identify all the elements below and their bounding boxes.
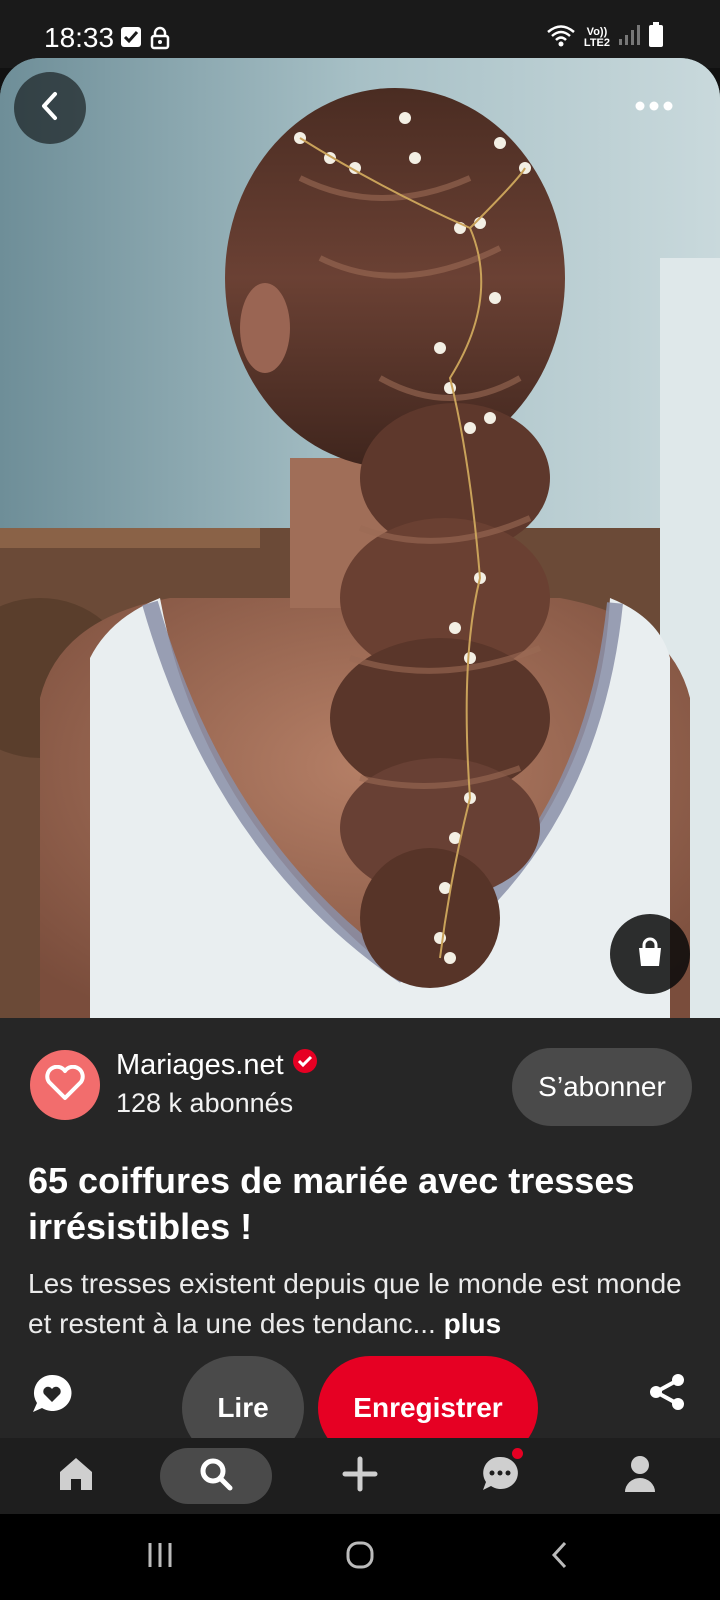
pin-description: Les tresses existent depuis que le monde… [28, 1264, 708, 1344]
battery-icon [648, 22, 664, 53]
publisher-avatar[interactable] [30, 1050, 100, 1120]
bride-braid-photo [0, 58, 720, 1018]
more-horizontal-icon [634, 99, 674, 117]
pin-description-text: Les tresses existent depuis que le monde… [28, 1268, 682, 1339]
status-icons: Vo)) LTE2 [546, 22, 664, 53]
system-back-button[interactable] [530, 1534, 590, 1580]
pin-action-row: Lire Enregistrer [0, 1356, 720, 1460]
nav-search[interactable] [160, 1438, 272, 1514]
more-link[interactable]: plus [444, 1308, 502, 1339]
shopping-bag-icon [634, 936, 666, 973]
follow-button[interactable]: S’abonner [512, 1048, 692, 1126]
nav-messages[interactable] [464, 1438, 536, 1514]
home-icon [57, 1455, 95, 1498]
wifi-icon [546, 23, 576, 52]
comment-icon[interactable] [30, 1372, 74, 1421]
recent-apps-button[interactable] [130, 1534, 190, 1580]
back-button[interactable] [14, 72, 86, 144]
home-circle-icon [345, 1540, 375, 1575]
system-navigation-bar [0, 1514, 720, 1600]
search-icon [198, 1456, 234, 1497]
signal-icon [618, 24, 640, 51]
chevron-left-icon [36, 90, 64, 127]
profile-icon [622, 1454, 658, 1499]
home-system-button[interactable] [330, 1534, 390, 1580]
nav-create[interactable] [324, 1438, 396, 1514]
messages-icon [480, 1454, 520, 1499]
pin-image[interactable] [0, 58, 720, 1018]
share-icon[interactable] [648, 1372, 688, 1417]
lock-icon [150, 26, 170, 55]
nav-home[interactable] [40, 1438, 112, 1514]
plus-icon [342, 1456, 378, 1497]
publisher-followers: 128 k abonnés [116, 1088, 294, 1118]
network-label: Vo)) LTE2 [583, 26, 610, 49]
status-time: 18:33 [44, 22, 115, 53]
heart-logo-icon [44, 1064, 86, 1106]
publisher-name-row[interactable]: Mariages.net [116, 1048, 318, 1082]
more-options-button[interactable] [618, 72, 690, 144]
network-lte: LTE2 [583, 36, 610, 49]
notification-dot [512, 1448, 523, 1459]
verified-badge-icon [292, 1048, 318, 1082]
bottom-navigation [0, 1438, 720, 1514]
search-pill [160, 1448, 272, 1504]
pin-title: 65 coiffures de mariée avec tresses irré… [28, 1160, 635, 1247]
publisher-name[interactable]: Mariages.net [116, 1049, 284, 1082]
recent-apps-icon [145, 1541, 175, 1574]
nav-profile[interactable] [604, 1438, 676, 1514]
shop-button[interactable] [610, 914, 690, 994]
check-box-icon [120, 26, 142, 53]
back-arrow-icon [549, 1540, 571, 1575]
